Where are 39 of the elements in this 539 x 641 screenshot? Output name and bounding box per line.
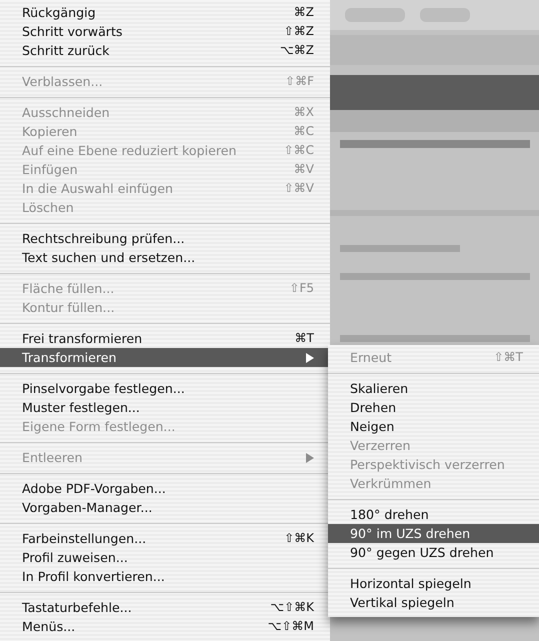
menu-item[interactable]: Text suchen und ersetzen... — [0, 248, 330, 267]
menu-item[interactable]: 180° drehen — [328, 505, 539, 524]
menu-item[interactable]: In Profil konvertieren... — [0, 567, 330, 586]
menu-item[interactable]: Schritt zurück ⌥⌘Z — [0, 41, 330, 60]
menu-item[interactable]: Vertikal spiegeln — [328, 593, 539, 612]
menu-item[interactable]: Horizontal spiegeln — [328, 574, 539, 593]
shortcut-label: ⌥⇧⌘M — [268, 618, 314, 635]
menu-item[interactable]: 90° gegen UZS drehen — [328, 543, 539, 562]
menu-item[interactable]: Rückgängig ⌘Z — [0, 3, 330, 22]
menu-item[interactable]: Adobe PDF-Vorgaben... — [0, 479, 330, 498]
shortcut-label: ⇧⌘T — [494, 349, 523, 366]
menu-item[interactable]: Schritt vorwärts ⇧⌘Z — [0, 22, 330, 41]
menu-item[interactable]: Neigen — [328, 417, 539, 436]
menu-item[interactable]: Muster festlegen... — [0, 398, 330, 417]
shortcut-label: ⌘C — [294, 123, 314, 140]
shortcut-label: ⌥⌘Z — [280, 42, 314, 59]
menu-item[interactable]: Vorgaben-Manager... — [0, 498, 330, 517]
menu-item[interactable]: Profil zuweisen... — [0, 548, 330, 567]
menu-item[interactable]: Drehen — [328, 398, 539, 417]
menu-item[interactable]: Transformieren — [0, 348, 330, 367]
shortcut-label: ⌥⇧⌘K — [270, 599, 314, 616]
shortcut-label: ⇧⌘C — [284, 142, 314, 159]
menu-item[interactable]: Rechtschreibung prüfen... — [0, 229, 330, 248]
shortcut-label: ⌘Z — [294, 4, 314, 21]
menu-item[interactable]: Menüs... ⌥⇧⌘M — [0, 617, 330, 636]
shortcut-label: ⇧F5 — [289, 280, 314, 297]
menu-item[interactable]: Farbeinstellungen... ⇧⌘K — [0, 529, 330, 548]
menu-item[interactable]: Skalieren — [328, 379, 539, 398]
shortcut-label: ⌘V — [294, 161, 314, 178]
shortcut-label: ⇧⌘Z — [284, 23, 314, 40]
menu-item[interactable]: Frei transformieren ⌘T — [0, 329, 330, 348]
menu-item[interactable]: Pinselvorgabe festlegen... — [0, 379, 330, 398]
menu-item[interactable]: Tastaturbefehle... ⌥⇧⌘K — [0, 598, 330, 617]
shortcut-label: ⇧⌘F — [285, 73, 314, 90]
shortcut-label: ⇧⌘V — [284, 180, 314, 197]
shortcut-label: ⇧⌘K — [284, 530, 314, 547]
shortcut-label: ⌘T — [294, 330, 314, 347]
shortcut-label: ⌘X — [294, 104, 314, 121]
menu-item[interactable]: 90° im UZS drehen — [328, 524, 539, 543]
